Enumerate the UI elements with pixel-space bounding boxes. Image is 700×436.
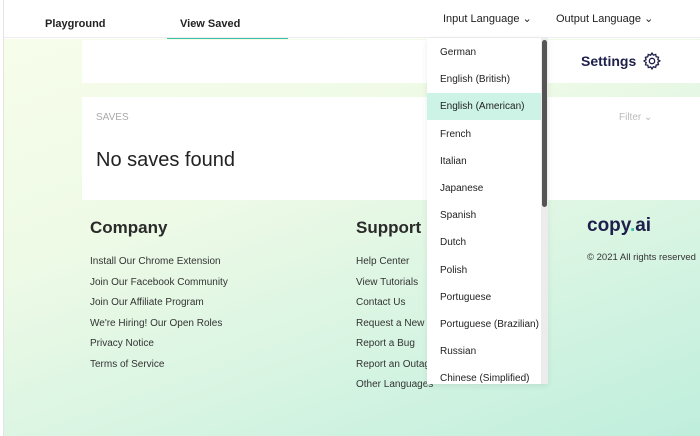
dropdown-option[interactable]: Dutch xyxy=(427,229,541,256)
dropdown-option[interactable]: French xyxy=(427,121,541,148)
scrollbar-thumb[interactable] xyxy=(542,40,547,207)
footer-company-heading: Company xyxy=(90,218,168,237)
footer-link[interactable]: Help Center xyxy=(356,256,409,267)
output-language-label: Output Language xyxy=(556,13,642,25)
output-language-select[interactable]: Output Language ⌄ xyxy=(556,12,653,25)
dropdown-option[interactable]: Chinese (Simplified) xyxy=(427,365,541,384)
footer-link[interactable]: Join Our Facebook Community xyxy=(90,277,228,288)
footer-link[interactable]: Join Our Affiliate Program xyxy=(90,297,204,308)
footer-link[interactable]: Terms of Service xyxy=(90,359,164,370)
saves-heading: SAVES xyxy=(96,112,129,123)
footer-link[interactable]: Other Languages xyxy=(356,379,433,390)
footer-link[interactable]: Report an Outag xyxy=(356,359,430,370)
footer-support-heading: Support xyxy=(356,218,422,237)
footer-link[interactable]: Report a Bug xyxy=(356,338,415,349)
dropdown-option[interactable]: Portuguese (Brazilian) xyxy=(427,311,541,338)
dropdown-option[interactable]: Portuguese xyxy=(427,284,541,311)
footer-link[interactable]: We're Hiring! Our Open Roles xyxy=(90,318,222,329)
dropdown-option[interactable]: English (American) xyxy=(427,93,541,121)
tab-playground[interactable]: Playground xyxy=(45,18,106,30)
settings-button[interactable]: Settings xyxy=(581,51,662,71)
dropdown-option[interactable]: Japanese xyxy=(427,175,541,202)
chevron-down-icon: ⌄ xyxy=(644,13,654,25)
footer-link[interactable]: View Tutorials xyxy=(356,277,418,288)
copyai-logo[interactable]: copy.ai xyxy=(587,215,651,237)
dropdown-option[interactable]: English (British) xyxy=(427,66,541,93)
logo-text: ai xyxy=(635,215,652,236)
input-language-select[interactable]: Input Language ⌄ xyxy=(443,12,532,25)
dropdown-option[interactable]: Spanish xyxy=(427,202,541,229)
chevron-down-icon: ⌄ xyxy=(522,13,532,25)
tab-view-saved[interactable]: View Saved xyxy=(167,18,288,41)
scrollbar-track[interactable] xyxy=(541,38,548,384)
dropdown-option[interactable]: Italian xyxy=(427,148,541,175)
empty-state-text: No saves found xyxy=(96,149,235,171)
gear-icon xyxy=(643,51,662,71)
settings-label: Settings xyxy=(581,53,637,69)
dropdown-option[interactable]: Polish xyxy=(427,257,541,284)
dropdown-option[interactable]: German xyxy=(427,39,541,66)
chevron-down-icon: ⌄ xyxy=(644,112,653,123)
footer-link[interactable]: Request a New F xyxy=(356,318,433,329)
footer-link[interactable]: Privacy Notice xyxy=(90,338,154,349)
dropdown-option[interactable]: Russian xyxy=(427,338,541,365)
footer-link[interactable]: Install Our Chrome Extension xyxy=(90,256,221,267)
filter-dropdown[interactable]: Filter ⌄ xyxy=(619,112,652,123)
copyright-text: © 2021 All rights reserved xyxy=(587,252,696,263)
footer-link[interactable]: Contact Us xyxy=(356,297,405,308)
filter-label: Filter xyxy=(619,112,642,123)
top-nav: Playground View Saved Input Language ⌄ O… xyxy=(4,0,700,41)
input-language-dropdown: German English (British) English (American… xyxy=(427,38,548,384)
logo-text: copy xyxy=(587,215,630,236)
input-language-label: Input Language xyxy=(443,13,520,25)
